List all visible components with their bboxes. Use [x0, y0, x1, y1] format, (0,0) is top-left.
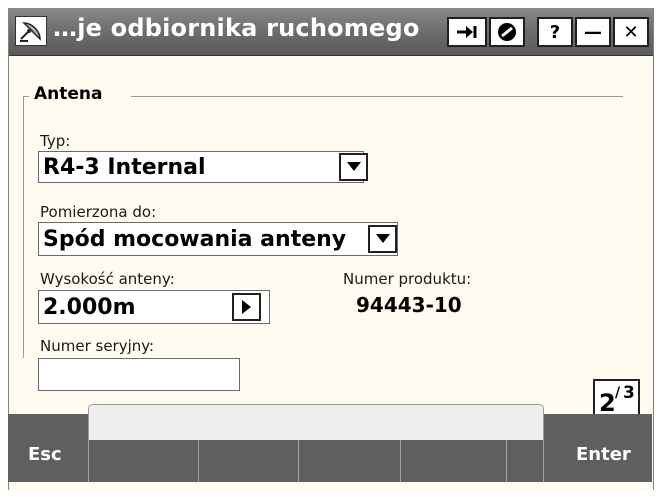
function-key-row [88, 440, 544, 482]
measured-to-select[interactable]: Spód mocowania anteny [38, 222, 398, 256]
group-border-right [131, 96, 623, 97]
triangle-down-icon [346, 162, 361, 171]
triangle-right-icon [241, 300, 251, 314]
antenna-group-title: Antena [34, 84, 103, 104]
measured-to-label: Pomierzona do: [40, 203, 157, 221]
triangle-down-icon [375, 234, 390, 243]
product-number-label: Numer produktu: [343, 270, 472, 288]
arrow-right-icon [457, 26, 477, 38]
no-entry-button[interactable] [489, 17, 525, 47]
close-button[interactable]: ✕ [613, 17, 649, 47]
serial-number-input[interactable] [38, 358, 240, 391]
page-separator: / [615, 385, 621, 401]
antenna-height-label: Wysokość anteny: [40, 270, 175, 288]
measured-to-value: Spód mocowania anteny [43, 226, 347, 252]
satellite-dish-icon[interactable] [15, 16, 47, 46]
page-current: 2 [599, 389, 616, 417]
function-key-divider [506, 440, 507, 482]
antenna-height-value: 2.000m [43, 294, 136, 320]
product-number-value: 94443-10 [356, 293, 462, 317]
page-total: 3 [623, 383, 635, 403]
antenna-height-arrow-button[interactable] [232, 293, 261, 321]
minimize-button[interactable]: — [575, 17, 611, 47]
function-key-divider [88, 440, 89, 482]
help-button[interactable]: ? [537, 17, 573, 47]
function-key-divider [298, 440, 299, 482]
function-key-divider [198, 440, 199, 482]
function-key-divider [400, 440, 401, 482]
function-key-divider [543, 440, 544, 482]
antenna-type-dropdown-button[interactable] [339, 153, 368, 181]
title-bar: …je odbiornika ruchomego ? — ✕ [9, 8, 653, 56]
antenna-type-value: R4-3 Internal [43, 154, 206, 180]
top-strip [0, 0, 663, 8]
group-border-vertical [23, 96, 24, 358]
serial-number-label: Numer seryjny: [40, 337, 155, 355]
forward-button[interactable] [447, 17, 487, 47]
antenna-group-box [23, 96, 623, 358]
no-entry-icon [498, 23, 516, 41]
enter-softkey[interactable]: Enter [576, 444, 631, 465]
antenna-type-select[interactable]: R4-3 Internal [38, 151, 364, 183]
measured-to-dropdown-button[interactable] [368, 225, 397, 253]
esc-softkey[interactable]: Esc [28, 444, 62, 465]
type-label: Typ: [40, 132, 71, 150]
window-title: …je odbiornika ruchomego [53, 14, 420, 42]
status-bar [88, 404, 544, 440]
